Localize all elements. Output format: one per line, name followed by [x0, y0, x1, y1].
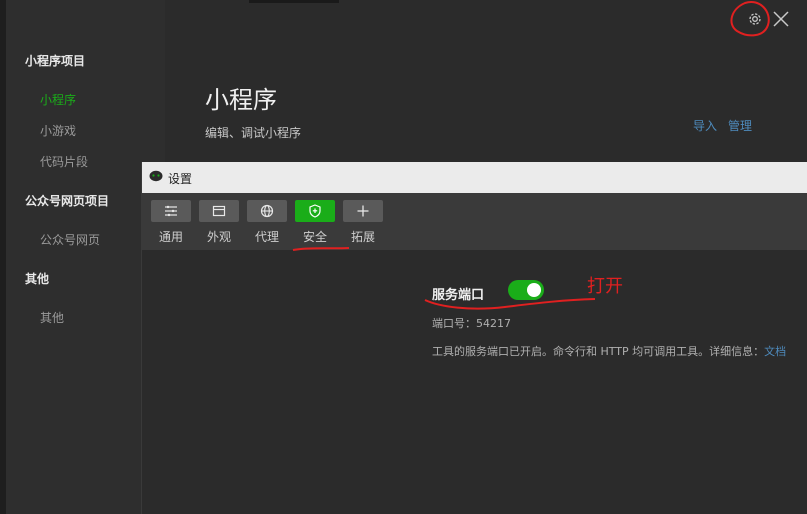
tab-security-button[interactable] — [295, 200, 335, 222]
service-port-label: 服务端口 — [432, 288, 485, 303]
title-bar-handle — [249, 0, 339, 3]
settings-dialog: 设置 通用 外观 代理 安全 拓展 服务端口 端口号：54217 工具的服务端口… — [141, 162, 807, 514]
tab-appearance[interactable]: 外观 — [199, 200, 239, 244]
service-port-info-text: 工具的服务端口已开启。命令行和 HTTP 均可调用工具。详细信息： — [432, 345, 765, 358]
tab-general-button[interactable] — [151, 200, 191, 222]
sidebar-item-other[interactable]: 其他 — [40, 309, 64, 326]
gear-icon[interactable] — [747, 11, 763, 27]
sidebar-section-official-web: 公众号网页项目 — [25, 194, 110, 208]
annotation-open-text: 打开 — [587, 276, 623, 297]
plus-icon — [357, 205, 369, 217]
tab-proxy-button[interactable] — [247, 200, 287, 222]
port-number-text: 端口号：54217 — [432, 317, 511, 330]
tab-extensions-button[interactable] — [343, 200, 383, 222]
sidebar-item-official-web[interactable]: 公众号网页 — [40, 231, 100, 248]
service-port-toggle[interactable] — [508, 280, 544, 300]
page-subtitle: 编辑、调试小程序 — [205, 126, 302, 140]
close-icon[interactable] — [773, 11, 789, 27]
tab-extensions[interactable]: 拓展 — [343, 200, 383, 244]
tab-general-label: 通用 — [158, 230, 183, 244]
settings-tabs: 通用 外观 代理 安全 拓展 — [142, 193, 807, 250]
shield-icon — [309, 204, 321, 218]
sidebar-section-miniprogram: 小程序项目 — [25, 54, 86, 68]
manage-link[interactable]: 管理 — [728, 117, 752, 134]
tab-security-label: 安全 — [302, 230, 327, 244]
list-icon — [165, 205, 177, 217]
sidebar-item-minigame[interactable]: 小游戏 — [40, 122, 76, 139]
tab-extensions-label: 拓展 — [350, 230, 375, 244]
globe-icon — [260, 204, 274, 218]
toggle-knob — [527, 283, 541, 297]
security-settings-panel: 服务端口 端口号：54217 工具的服务端口已开启。命令行和 HTTP 均可调用… — [142, 250, 807, 514]
sidebar-item-miniprogram[interactable]: 小程序 — [40, 91, 76, 108]
tab-general[interactable]: 通用 — [151, 200, 191, 244]
dialog-title-bar: 设置 — [142, 162, 807, 194]
window-icon — [212, 205, 226, 217]
tab-security[interactable]: 安全 — [295, 200, 335, 244]
sidebar-section-other: 其他 — [25, 272, 50, 286]
docs-link[interactable]: 文档 — [764, 345, 786, 358]
sidebar-item-code-snippet[interactable]: 代码片段 — [40, 153, 88, 170]
tab-appearance-label: 外观 — [206, 230, 231, 244]
wechat-devtools-logo-icon — [149, 170, 163, 182]
tab-proxy[interactable]: 代理 — [247, 200, 287, 244]
tab-proxy-label: 代理 — [254, 230, 279, 244]
import-link[interactable]: 导入 — [693, 117, 717, 134]
tab-appearance-button[interactable] — [199, 200, 239, 222]
dialog-title: 设置 — [168, 172, 193, 186]
page-title: 小程序 — [205, 86, 277, 114]
service-port-info: 工具的服务端口已开启。命令行和 HTTP 均可调用工具。详细信息：文档 — [432, 343, 786, 359]
